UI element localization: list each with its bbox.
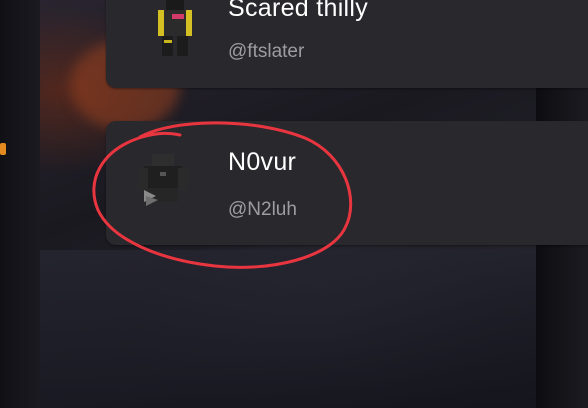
user-display-name: N0vur bbox=[228, 148, 297, 176]
game-background: Scared thilly @ftslater N0vur @N2luh bbox=[0, 0, 588, 408]
user-card-ftslater[interactable]: Scared thilly @ftslater bbox=[106, 0, 588, 88]
avatar-figure-icon bbox=[142, 0, 208, 64]
avatar-figure-icon bbox=[130, 148, 196, 214]
user-handle: @N2luh bbox=[228, 199, 297, 220]
user-handle: @ftslater bbox=[228, 41, 305, 62]
background-wall bbox=[0, 0, 40, 408]
background-floor bbox=[40, 250, 588, 408]
background-spark bbox=[0, 143, 6, 155]
user-display-name: Scared thilly bbox=[228, 0, 369, 22]
user-card-n2luh[interactable]: N0vur @N2luh bbox=[106, 121, 588, 245]
